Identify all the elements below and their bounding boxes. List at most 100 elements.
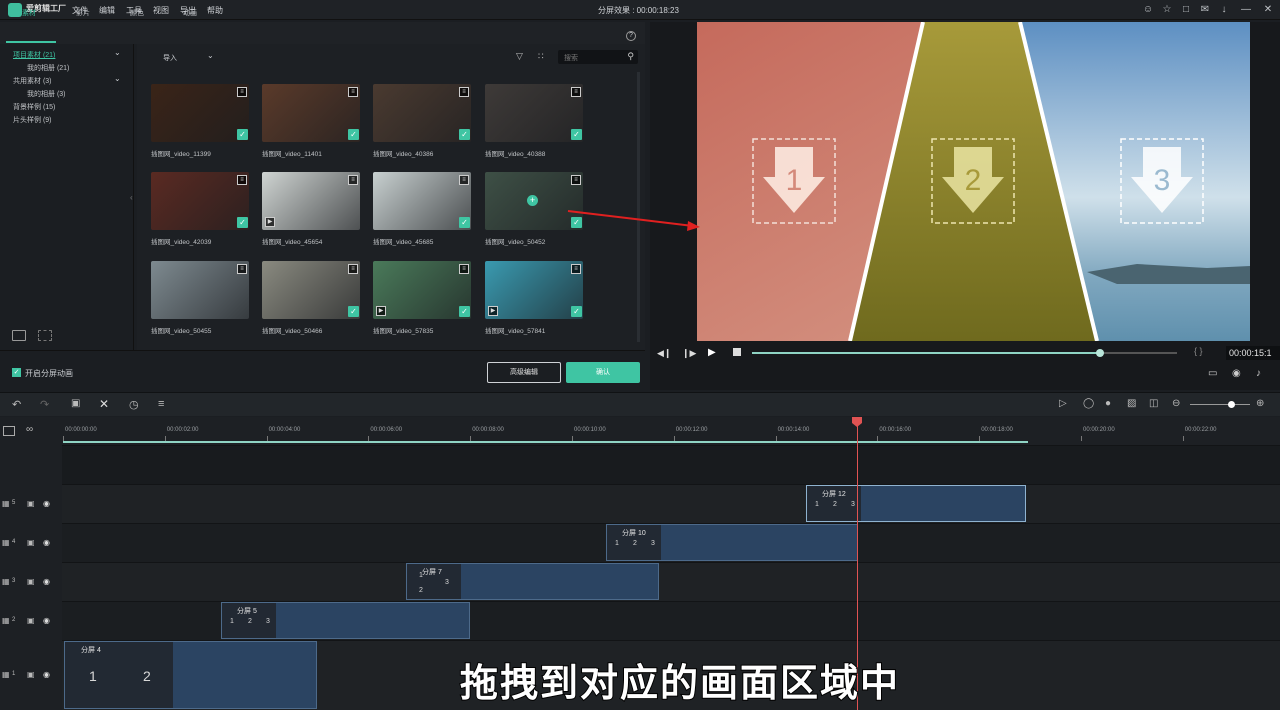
zoom-out-icon[interactable]: ⊖ — [1172, 398, 1180, 409]
add-folder-icon[interactable] — [38, 330, 52, 341]
search-icon[interactable]: ⚲ — [627, 51, 634, 62]
used-check-icon: ✓ — [459, 129, 470, 140]
media-thumbnail[interactable] — [262, 261, 360, 319]
chevron-down-icon[interactable]: ⌄ — [114, 48, 121, 57]
lock-icon[interactable]: ▣ — [27, 577, 35, 586]
media-thumbnail[interactable] — [262, 172, 360, 230]
split-icon[interactable]: ◫ — [1149, 398, 1158, 409]
menu-view[interactable]: 视图 — [153, 5, 169, 16]
filter-icon[interactable]: ▽ — [516, 51, 523, 62]
lock-icon[interactable]: ▣ — [27, 499, 35, 508]
video-subtitle: 拖拽到对应的画面区域中 — [459, 660, 900, 706]
tree-backgrounds[interactable]: 背景样例 (15) — [13, 102, 55, 112]
clip-zone-number: 2 — [633, 540, 637, 547]
download-icon[interactable]: ↓ — [1218, 4, 1230, 16]
cart-icon[interactable]: ☆ — [1161, 4, 1173, 16]
visibility-eye-icon[interactable]: ◉ — [43, 499, 50, 508]
media-label: 插图网_video_50452 — [485, 239, 546, 246]
tab-color[interactable]: 颜色 — [130, 8, 144, 18]
prev-frame-icon[interactable]: ◀❙ — [657, 348, 671, 359]
menu-edit[interactable]: 编辑 — [99, 5, 115, 16]
confirm-button[interactable]: 确认 — [566, 362, 640, 383]
tree-project-media[interactable]: 项目素材 (21) — [13, 50, 55, 60]
zoom-slider[interactable] — [1190, 404, 1250, 405]
advanced-edit-button[interactable]: 高级编辑 — [487, 362, 561, 383]
grid-view-icon[interactable]: ∷ — [538, 51, 544, 62]
media-thumbnail[interactable] — [151, 172, 249, 230]
volume-icon[interactable]: ♪ — [1256, 368, 1261, 379]
stop-icon[interactable] — [733, 348, 741, 356]
tree-intros[interactable]: 片头样例 (9) — [13, 115, 52, 125]
split-screen-clip[interactable]: 分屏 12 1 2 3 — [806, 485, 1026, 522]
mic-icon[interactable]: ● — [1105, 398, 1111, 409]
lock-icon[interactable]: ▣ — [27, 538, 35, 547]
collapse-panel-icon[interactable]: ‹ — [130, 193, 133, 202]
cut-icon[interactable]: ✕ — [99, 397, 109, 411]
new-folder-icon[interactable] — [12, 330, 26, 341]
media-thumbnail[interactable] — [485, 84, 583, 142]
video-icon: ▶ — [265, 217, 275, 227]
split-screen-preview[interactable]: 1 2 3 — [697, 22, 1250, 341]
chevron-down-icon[interactable]: ⌄ — [114, 74, 121, 83]
close-icon[interactable]: ✕ — [1262, 4, 1274, 16]
media-thumbnail[interactable] — [151, 84, 249, 142]
marker-icon[interactable]: ◯ — [1083, 398, 1094, 409]
split-screen-clip[interactable]: 分屏 71 2 3 — [406, 563, 659, 600]
link-icon[interactable]: ∞ — [26, 424, 33, 435]
play-frame-icon[interactable]: ❙▶ — [682, 348, 696, 359]
media-label: 插图网_video_45654 — [262, 239, 323, 246]
split-screen-clip[interactable]: 分屏 10 1 2 3 — [606, 524, 858, 561]
visibility-eye-icon[interactable]: ◉ — [43, 616, 50, 625]
media-thumbnail[interactable] — [373, 261, 471, 319]
tree-shared-media[interactable]: 共用素材 (3) — [13, 76, 52, 86]
zone-number-1: 1 — [786, 164, 803, 197]
minimize-icon[interactable]: — — [1240, 4, 1252, 16]
search-input[interactable]: 搜索 ⚲ — [558, 50, 638, 64]
voiceover-icon[interactable]: ▨ — [1127, 398, 1136, 409]
undo-icon[interactable]: ↶ — [12, 398, 21, 411]
media-thumbnail[interactable] — [485, 261, 583, 319]
tab-media[interactable]: 素材 — [22, 8, 36, 18]
split-animation-checkbox[interactable]: ✓ — [12, 368, 21, 377]
ruler-tick — [1182, 436, 1184, 441]
clock-icon[interactable]: ◷ — [129, 398, 139, 411]
media-thumbnail[interactable] — [373, 84, 471, 142]
adjust-icon[interactable]: ≡ — [158, 398, 164, 410]
zoom-in-icon[interactable]: ⊕ — [1256, 398, 1264, 409]
lock-icon[interactable]: ▣ — [27, 616, 35, 625]
tree-shared-album[interactable]: 我的相册 (3) — [27, 89, 66, 99]
used-check-icon: ✓ — [348, 306, 359, 317]
clip-type-icon: ≡ — [348, 175, 358, 185]
mark-in-out-icon[interactable]: { } — [1194, 346, 1203, 356]
tab-animation[interactable]: 动画 — [183, 8, 197, 18]
delete-icon[interactable]: ▣ — [71, 398, 80, 409]
menu-help[interactable]: 帮助 — [207, 5, 223, 16]
tab-film[interactable]: 影片 — [76, 8, 90, 18]
media-thumbnail[interactable] — [151, 261, 249, 319]
render-icon[interactable]: ▷ — [1059, 398, 1067, 409]
media-thumbnail[interactable] — [262, 84, 360, 142]
save-icon[interactable]: □ — [1180, 4, 1192, 16]
help-icon[interactable]: ? — [626, 31, 636, 41]
play-icon[interactable]: ▶ — [708, 347, 716, 358]
mail-icon[interactable]: ✉ — [1199, 4, 1211, 16]
media-thumbnail[interactable] — [373, 172, 471, 230]
redo-icon[interactable]: ↷ — [40, 398, 49, 411]
monitor-icon[interactable]: ▭ — [1208, 368, 1217, 379]
camera-icon[interactable]: ◉ — [1232, 368, 1241, 379]
split-screen-clip[interactable]: 分屏 51 2 3 — [221, 602, 470, 639]
search-placeholder: 搜索 — [564, 55, 578, 62]
add-icon[interactable]: + — [527, 195, 538, 206]
clip-title: 分屏 7 — [422, 569, 442, 576]
progress-handle[interactable] — [1096, 349, 1104, 357]
app-logo-icon — [8, 3, 22, 17]
add-track-icon[interactable] — [3, 426, 15, 436]
chevron-down-icon[interactable]: ⌄ — [207, 51, 214, 60]
visibility-eye-icon[interactable]: ◉ — [43, 577, 50, 586]
library-tabs — [0, 22, 645, 44]
visibility-eye-icon[interactable]: ◉ — [43, 538, 50, 547]
zoom-slider-handle[interactable] — [1228, 401, 1235, 408]
import-button[interactable]: 导入 — [163, 53, 177, 63]
user-icon[interactable]: ☺ — [1142, 4, 1154, 16]
tree-my-album[interactable]: 我的相册 (21) — [27, 63, 69, 73]
